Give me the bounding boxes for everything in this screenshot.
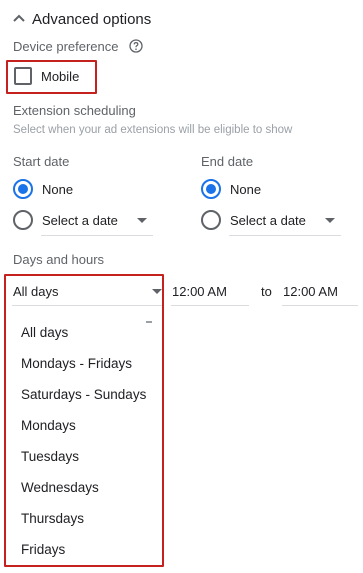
days-option-tuesdays[interactable]: Tuesdays (21, 449, 79, 464)
start-time-value: 12:00 AM (172, 284, 227, 299)
dropdown-arrow-icon (325, 218, 335, 223)
dropdown-arrow-icon (152, 289, 162, 294)
days-option-thursdays[interactable]: Thursdays (21, 511, 84, 526)
start-date-none-label: None (42, 181, 74, 197)
end-time-select[interactable]: 12:00 AM (282, 278, 358, 306)
end-date-select-radio[interactable] (201, 210, 221, 230)
mobile-checkbox-row[interactable]: Mobile (14, 67, 79, 85)
days-option-all-days[interactable]: All days (21, 325, 68, 340)
mobile-label: Mobile (41, 68, 80, 84)
days-option-mondays-fridays[interactable]: Mondays - Fridays (21, 356, 132, 371)
days-option-saturdays-sundays[interactable]: Saturdays - Sundays (21, 387, 146, 402)
days-option-fridays[interactable]: Fridays (21, 542, 65, 557)
start-date-label: Start date (13, 154, 70, 169)
dropdown-arrow-icon (137, 218, 147, 223)
end-date-none-label: None (230, 181, 262, 197)
chevron-up-icon (13, 14, 25, 22)
advanced-options-title: Advanced options (32, 10, 152, 28)
start-date-select-radio[interactable] (13, 210, 33, 230)
mobile-checkbox[interactable] (14, 67, 32, 85)
menu-scroll-indicator (146, 321, 152, 323)
days-option-wednesdays[interactable]: Wednesdays (21, 480, 99, 495)
days-option-mondays[interactable]: Mondays (21, 418, 76, 433)
days-select[interactable]: All days (12, 278, 162, 306)
days-dropdown-menu: All days Mondays - Fridays Saturdays - S… (6, 312, 162, 565)
end-date-select[interactable]: Select a date (229, 206, 341, 236)
end-date-label: End date (201, 154, 254, 169)
end-date-select-label: Select a date (230, 213, 306, 228)
end-date-none-radio[interactable] (201, 179, 221, 199)
end-time-value: 12:00 AM (283, 284, 338, 299)
days-and-hours-label: Days and hours (13, 252, 105, 267)
device-preference-row: Device preference (13, 38, 143, 56)
start-date-select[interactable]: Select a date (41, 206, 153, 236)
days-select-value: All days (13, 284, 59, 299)
extension-scheduling-hint: Select when your ad extensions will be e… (13, 124, 293, 136)
start-date-select-option[interactable] (13, 210, 33, 230)
help-icon[interactable] (129, 39, 143, 53)
start-date-none-option[interactable]: None (13, 179, 73, 199)
start-date-none-radio[interactable] (13, 179, 33, 199)
device-preference-label: Device preference (13, 39, 119, 54)
start-time-select[interactable]: 12:00 AM (171, 278, 249, 306)
start-date-select-label: Select a date (42, 213, 118, 228)
to-label: to (261, 284, 272, 299)
end-date-none-option[interactable]: None (201, 179, 261, 199)
end-date-select-option[interactable] (201, 210, 221, 230)
extension-scheduling-label: Extension scheduling (13, 103, 136, 118)
advanced-options-toggle[interactable]: Advanced options (12, 8, 151, 30)
